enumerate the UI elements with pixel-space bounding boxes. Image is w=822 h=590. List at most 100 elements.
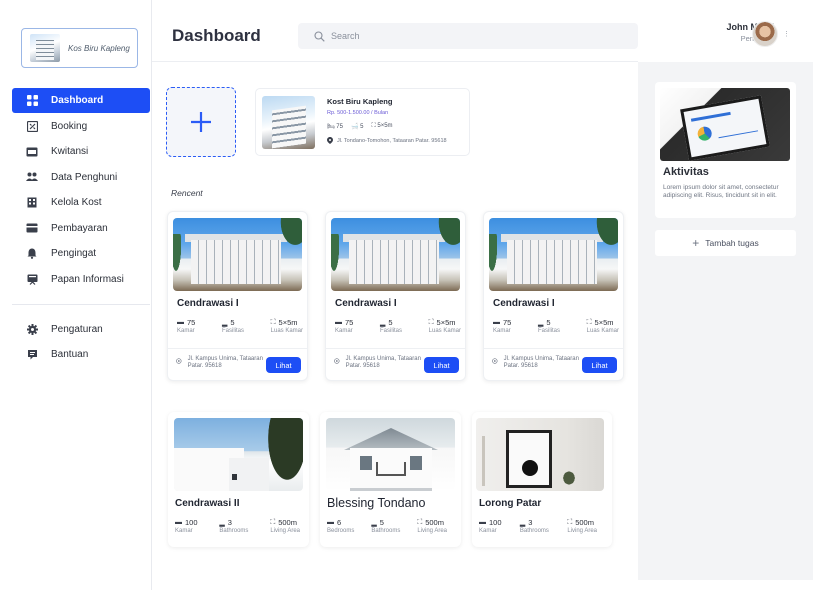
rooms-label: Kamar xyxy=(175,528,193,534)
plus-icon xyxy=(191,112,211,132)
sidebar-item-pengaturan[interactable]: Pengaturan xyxy=(12,317,150,342)
recent-card[interactable]: Cendrawasi I ▬ 75 Kamar ▂ 5 Fasilitas ⛶ 5×5m L… xyxy=(483,211,624,381)
search-placeholder: Search xyxy=(331,31,360,41)
header-divider xyxy=(152,61,638,62)
sidebar-item-booking[interactable]: Booking xyxy=(12,114,150,139)
logo-image xyxy=(30,34,60,62)
search-icon xyxy=(314,30,325,42)
featured-kost-price: Rp. 500-1.500.00 / Bulan xyxy=(327,110,389,116)
area-icon: ⛶ xyxy=(428,318,434,326)
sidebar-item-kwitansi[interactable]: Kwitansi xyxy=(12,139,150,164)
kost-card[interactable]: Blessing Tondano ▬ 6 Bedrooms ▂ 5 Bathrooms … xyxy=(320,412,461,547)
facilities-label: Fasilitas xyxy=(537,328,560,334)
featured-kost-card[interactable]: Kost Biru Kapleng Rp. 500-1.500.00 / Bul… xyxy=(255,88,470,156)
rooms-label: Kamar xyxy=(493,328,511,334)
kost-stats: ▬ 100 Kamar ▂ 3 Bathrooms ⛶ 500m Living Area xyxy=(175,518,300,534)
rooms-value: 75 xyxy=(336,124,343,130)
add-kost-button[interactable] xyxy=(166,87,236,157)
sidebar-nav: Dashboard Booking Kwitansi Data Penghuni… xyxy=(12,88,150,368)
sidebar-item-label: Pembayaran xyxy=(51,222,108,234)
sidebar-item-label: Pengingat xyxy=(51,248,97,259)
area-icon: ⛶ xyxy=(586,318,592,326)
sidebar-item-papan-informasi[interactable]: Papan Informasi xyxy=(12,267,150,292)
kost-photo xyxy=(476,418,604,491)
view-button[interactable]: Lihat xyxy=(266,357,301,373)
page-title: Dashboard xyxy=(172,26,261,45)
area-label: Living Area xyxy=(567,528,597,534)
area-value: 500m xyxy=(425,518,444,527)
activity-title: Aktivitas xyxy=(663,166,709,178)
bath-icon: ▂ xyxy=(219,519,225,527)
bathrooms-value: 3 xyxy=(227,518,232,527)
activity-image xyxy=(660,88,790,161)
rooms-label: Kamar xyxy=(177,328,195,334)
sidebar-item-bantuan[interactable]: Bantuan xyxy=(12,342,150,367)
bath-icon: ▂ xyxy=(379,319,386,327)
activity-card[interactable]: Aktivitas Lorem ipsum dolor sit amet, co… xyxy=(655,82,796,218)
plus-icon: + xyxy=(692,236,700,250)
sidebar-item-data-penghuni[interactable]: Data Penghuni xyxy=(12,165,150,190)
activity-description: Lorem ipsum dolor sit amet, consectetur … xyxy=(663,184,779,199)
kost-title: Cendrawasi I xyxy=(177,298,239,309)
bathrooms-label: Bathrooms xyxy=(371,528,401,534)
sidebar-item-label: Kelola Kost xyxy=(51,197,102,208)
view-button[interactable]: Lihat xyxy=(582,357,617,373)
bed-icon: ▬ xyxy=(177,319,184,326)
kost-photo xyxy=(489,218,618,291)
logo[interactable]: Kos Biru Kapleng xyxy=(21,28,138,68)
sidebar-item-kelola-kost[interactable]: Kelola Kost xyxy=(12,190,150,215)
kost-title: Lorong Patar xyxy=(479,498,542,509)
sidebar: Kos Biru Kapleng Dashboard Booking Kwita… xyxy=(0,0,152,590)
add-task-label: Tambah tugas xyxy=(705,238,759,248)
board-icon xyxy=(26,273,38,285)
rooms-value: 75 xyxy=(503,318,512,327)
rooms-value: 100 xyxy=(185,518,198,527)
recent-card[interactable]: Cendrawasi I ▬ 75 Kamar ▂ 5 Fasilitas ⛶ 5×5m L… xyxy=(167,211,308,381)
help-icon xyxy=(26,349,38,361)
area-label: Living Area xyxy=(417,528,447,534)
rooms-value: 75 xyxy=(345,318,354,327)
pin-icon xyxy=(176,358,182,364)
size-stat: ⛶ 5×5m xyxy=(371,123,392,130)
bed-icon: 🛏 xyxy=(327,124,335,130)
facilities-value: 5 xyxy=(546,318,551,327)
sidebar-item-pembayaran[interactable]: Pembayaran xyxy=(12,216,150,241)
address-text: Jl. Kampus Unima, Tataaran Patar. 95618 xyxy=(345,356,421,369)
sidebar-item-pengingat[interactable]: Pengingat xyxy=(12,241,150,266)
kost-stats: ▬ 75 Kamar ▂ 5 Fasilitas ⛶ 5×5m Luas Kamar xyxy=(493,318,619,334)
pin-icon xyxy=(492,358,498,364)
kost-title: Cendrawasi II xyxy=(175,498,240,509)
bathrooms-label: Bathrooms xyxy=(219,528,249,534)
add-task-button[interactable]: + Tambah tugas xyxy=(655,230,796,256)
kost-card[interactable]: Lorong Patar ▬ 100 Kamar ▂ 3 Bathrooms ⛶ 500m… xyxy=(472,412,612,547)
size-label: Luas Kamar xyxy=(270,328,303,334)
kost-card[interactable]: Cendrawasi II ▬ 100 Kamar ▂ 3 Bathrooms ⛶ 500… xyxy=(168,412,309,547)
kost-address: Jl. Kampus Unima, Tataaran Patar. 95618 xyxy=(176,356,266,370)
bell-icon xyxy=(26,248,38,260)
users-icon xyxy=(26,171,38,183)
kost-photo xyxy=(174,418,303,491)
facilities-value: 5 xyxy=(360,124,364,130)
size-label: Luas Kamar xyxy=(586,328,619,334)
kost-photo xyxy=(331,218,460,291)
user-menu-dots-icon[interactable]: ⋮ xyxy=(783,30,790,38)
kost-title: Cendrawasi I xyxy=(493,298,555,309)
view-button[interactable]: Lihat xyxy=(424,357,459,373)
building-icon xyxy=(26,197,38,209)
recent-card[interactable]: Cendrawasi I ▬ 75 Kamar ▂ 5 Fasilitas ⛶ 5×5m L… xyxy=(325,211,466,381)
recent-section-label: Rencent xyxy=(171,188,203,198)
sidebar-item-label: Booking xyxy=(51,120,88,132)
bed-icon: ▬ xyxy=(335,319,342,326)
size-value: 5×5m xyxy=(436,318,456,327)
featured-kost-address: Jl. Tondano-Tomohon, Tataaran Patar. 956… xyxy=(327,137,447,144)
sidebar-item-dashboard[interactable]: Dashboard xyxy=(12,88,150,113)
bath-icon: ▂ xyxy=(519,519,526,527)
kost-stats: ▬ 100 Kamar ▂ 3 Bathrooms ⛶ 500m Living Area xyxy=(479,518,597,534)
area-icon: ⛶ xyxy=(270,518,276,526)
pin-icon xyxy=(334,358,340,364)
bedrooms-label: Bedrooms xyxy=(327,528,355,534)
avatar[interactable] xyxy=(752,21,778,47)
kost-photo xyxy=(173,218,302,291)
area-icon: ⛶ xyxy=(270,318,276,326)
search-input[interactable]: Search xyxy=(298,23,638,49)
